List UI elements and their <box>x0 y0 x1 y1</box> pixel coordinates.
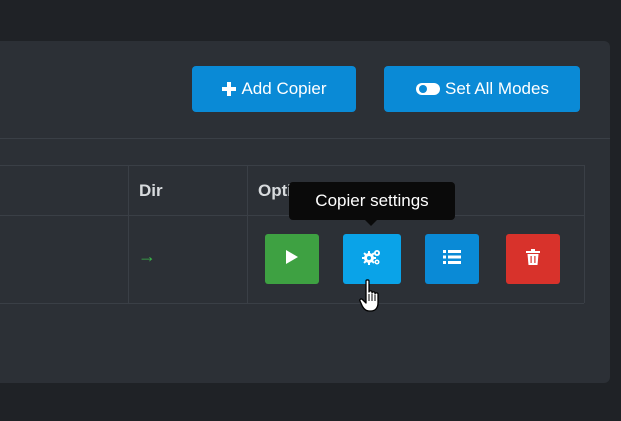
panel-divider <box>0 138 610 139</box>
start-copier-button[interactable] <box>265 234 319 284</box>
table-header-top-border <box>0 165 584 166</box>
copier-settings-button[interactable] <box>343 234 401 284</box>
page: Add Copier Set All Modes Dir Options → <box>0 0 621 421</box>
add-copier-label: Add Copier <box>241 79 327 98</box>
list-icon <box>443 249 461 269</box>
tooltip-arrow <box>364 219 378 226</box>
copier-log-button[interactable] <box>425 234 479 284</box>
column-divider <box>584 165 585 303</box>
direction-arrow: → <box>138 246 156 266</box>
toggle-icon <box>415 81 441 97</box>
trash-icon <box>526 248 540 270</box>
add-copier-button[interactable]: Add Copier <box>192 66 356 112</box>
table-row-bottom-border <box>0 303 584 304</box>
plus-icon <box>221 81 237 97</box>
column-header-dir: Dir <box>139 181 163 200</box>
cogs-icon <box>362 248 382 271</box>
column-divider <box>247 165 248 303</box>
play-icon <box>285 249 299 270</box>
set-all-modes-label: Set All Modes <box>445 79 549 98</box>
column-divider <box>128 165 129 303</box>
hand-pointer-icon <box>359 279 385 318</box>
delete-copier-button[interactable] <box>506 234 560 284</box>
settings-tooltip: Copier settings <box>289 182 455 220</box>
set-all-modes-button[interactable]: Set All Modes <box>384 66 580 112</box>
